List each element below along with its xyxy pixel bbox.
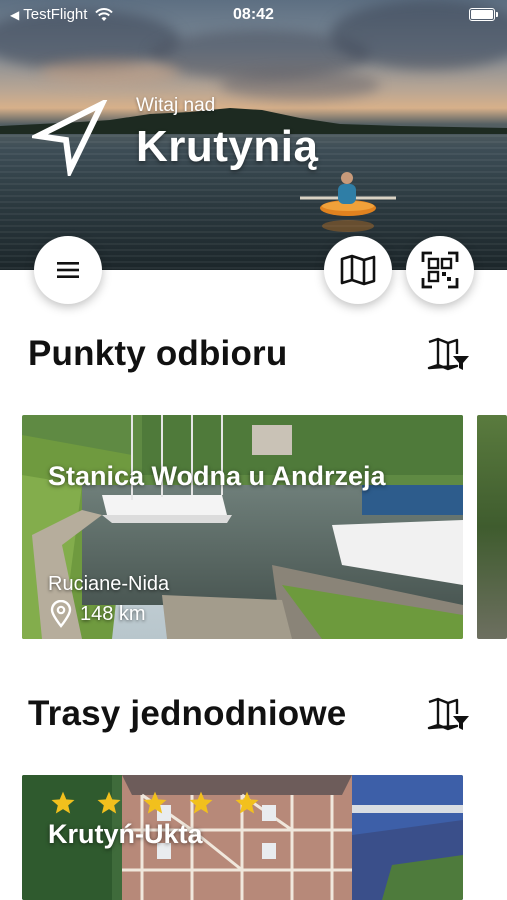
pickup-card[interactable]: Stanica Wodna u Andrzeja Ruciane-Nida 14…: [22, 415, 463, 639]
star-icon: [143, 791, 167, 814]
menu-button[interactable]: [34, 236, 102, 304]
map-filter-icon: [427, 337, 469, 371]
route-card-rating: [50, 790, 260, 816]
section-title-pickup: Punkty odbioru: [28, 334, 288, 373]
map-filter-button-routes[interactable]: [426, 694, 472, 734]
star-icon: [189, 791, 213, 814]
menu-icon: [57, 262, 79, 278]
battery-icon: [469, 8, 498, 21]
welcome-subtitle: Witaj nad: [136, 95, 216, 116]
map-filter-icon: [427, 697, 469, 731]
hero-banner: ◀ TestFlight 08:42 Witaj nad Krutynią: [0, 0, 507, 270]
pickup-card-title: Stanica Wodna u Andrzeja: [48, 461, 386, 491]
kayak-photo: [300, 172, 396, 232]
star-icon: [97, 791, 121, 814]
pickup-card-next[interactable]: [477, 415, 507, 639]
pickup-card-location: Ruciane-Nida: [48, 573, 170, 595]
route-card-title: Krutyń-Ukta: [48, 819, 203, 849]
qr-scan-button[interactable]: [406, 236, 474, 304]
star-icon: [51, 791, 75, 814]
pickup-card-distance: 148 km: [50, 600, 146, 628]
map-button[interactable]: [324, 236, 392, 304]
welcome-title: Krutynią: [136, 122, 319, 171]
clock: 08:42: [233, 6, 274, 23]
location-pin-icon: [50, 600, 72, 628]
star-icon: [235, 791, 259, 814]
map-filter-button-pickup[interactable]: [426, 334, 472, 374]
pickup-card-distance-value: 148 km: [80, 602, 146, 625]
map-icon: [340, 254, 376, 286]
qr-scan-icon: [421, 251, 459, 289]
section-title-day-routes: Trasy jednodniowe: [28, 694, 347, 733]
status-bar: ◀ TestFlight 08:42: [0, 0, 507, 30]
navigation-arrow-icon: [32, 100, 108, 176]
